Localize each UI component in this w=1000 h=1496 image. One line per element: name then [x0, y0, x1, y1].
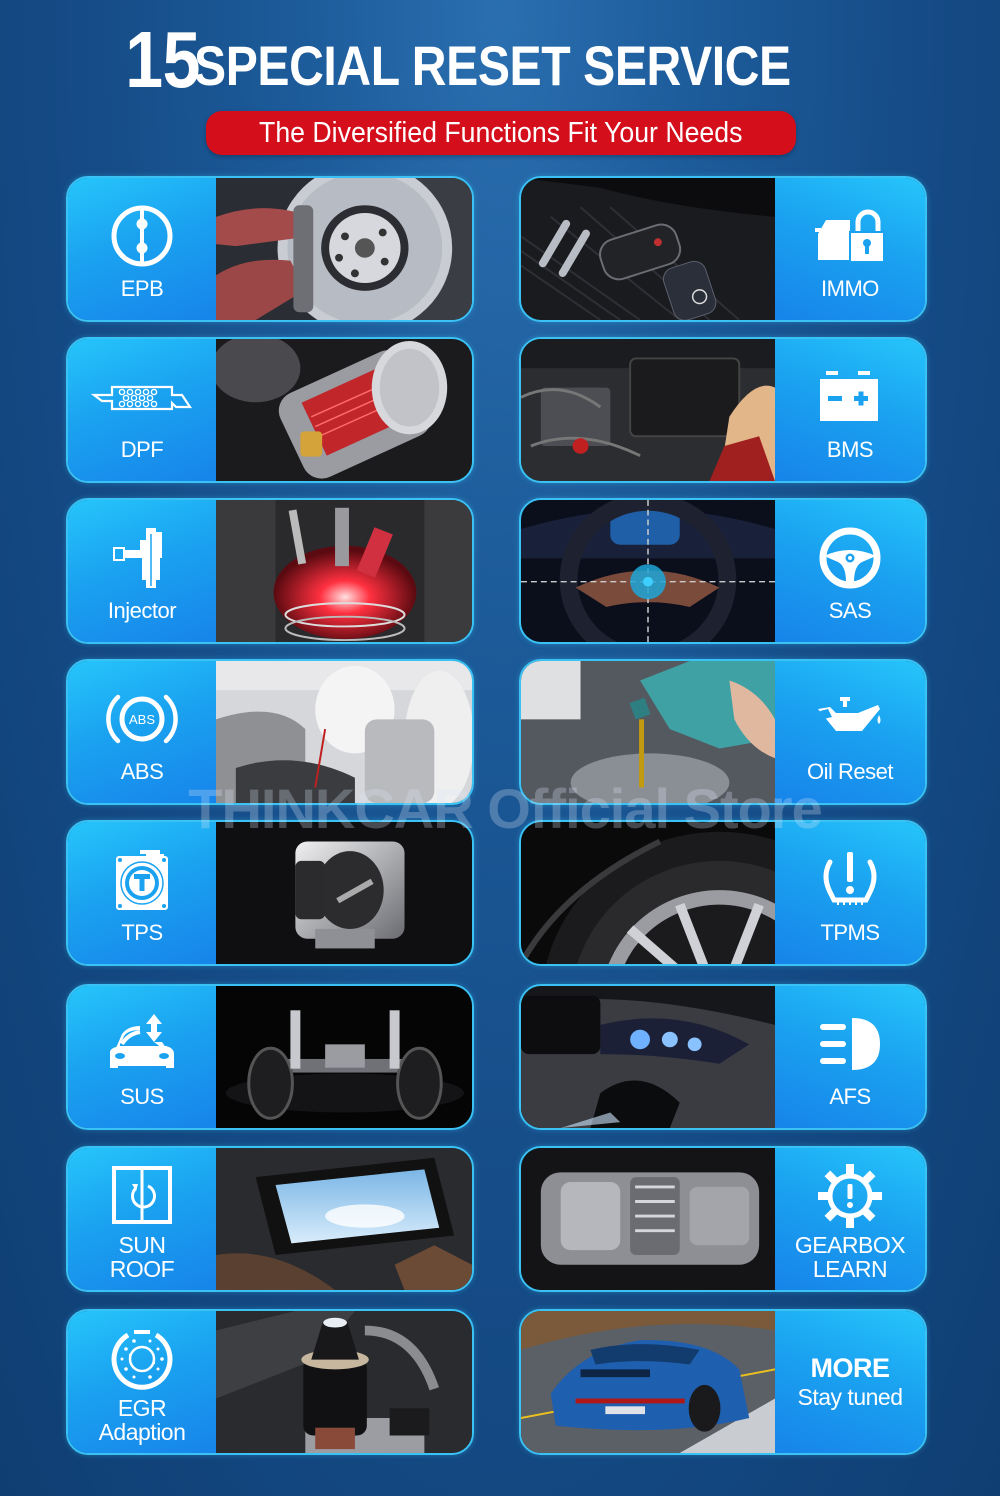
- card-oil-reset[interactable]: Oil Reset: [519, 659, 927, 805]
- card-label: SUN ROOF: [109, 1232, 175, 1282]
- more-subtitle: Stay tuned: [797, 1384, 903, 1410]
- card-abs[interactable]: ABS ABS: [66, 659, 474, 805]
- car-lock-icon: [810, 201, 890, 271]
- title-text: SPECIAL RESET SERVICE: [194, 34, 791, 97]
- label-panel: GEARBOX LEARN: [775, 1148, 925, 1290]
- label-panel: Oil Reset: [775, 661, 925, 803]
- card-epb[interactable]: EPB: [66, 176, 474, 322]
- label-panel: SAS: [775, 500, 925, 642]
- card-label: TPS: [121, 920, 163, 945]
- card-sas[interactable]: SAS: [519, 498, 927, 644]
- injector-icon: [102, 523, 182, 593]
- label-panel: SUN ROOF: [68, 1148, 216, 1290]
- engine-battery-photo: [521, 339, 775, 481]
- label-panel: DPF: [68, 339, 216, 481]
- label-panel: TPS: [68, 822, 216, 964]
- card-immo[interactable]: IMMO: [519, 176, 927, 322]
- card-dpf[interactable]: DPF: [66, 337, 474, 483]
- card-label: SAS: [828, 598, 872, 623]
- card-bms[interactable]: BMS: [519, 337, 927, 483]
- card-label: AFS: [829, 1084, 871, 1109]
- card-label: DPF: [120, 437, 164, 462]
- card-label: Injector: [107, 598, 177, 623]
- sports-car-photo: [521, 1311, 775, 1453]
- battery-icon: [810, 362, 890, 432]
- service-count: 15: [125, 15, 201, 104]
- card-label: GEARBOX LEARN: [794, 1232, 906, 1282]
- card-label-line2: ROOF: [109, 1256, 175, 1282]
- dashboard-steering-photo: [521, 500, 775, 642]
- oil-pouring-photo: [521, 661, 775, 803]
- subtitle-banner: The Diversified Functions Fit Your Needs: [206, 111, 796, 155]
- card-egr-adaption[interactable]: EGR Adaption: [66, 1309, 474, 1455]
- card-gearbox-learn[interactable]: GEARBOX LEARN: [519, 1146, 927, 1292]
- car-headlight-photo: [521, 986, 775, 1128]
- brake-disc-photo: [216, 178, 472, 320]
- oil-can-icon: [810, 684, 890, 754]
- card-afs[interactable]: AFS: [519, 984, 927, 1130]
- gear-warning-icon: [810, 1161, 890, 1231]
- card-label-line1: SUN: [118, 1232, 166, 1258]
- dpf-filter-photo: [216, 339, 472, 481]
- card-label-line2: Adaption: [98, 1419, 186, 1445]
- header: 15 SPECIAL RESET SERVICE The Diversified…: [0, 0, 1000, 170]
- label-panel: EGR Adaption: [68, 1311, 216, 1453]
- car-keys-photo: [521, 178, 775, 320]
- label-panel: Injector: [68, 500, 216, 642]
- label-panel: TPMS: [775, 822, 925, 964]
- particulate-filter-icon: [90, 362, 193, 432]
- egr-valve-photo: [216, 1311, 472, 1453]
- label-panel: MORE Stay tuned: [775, 1311, 925, 1453]
- card-label: BMS: [826, 437, 874, 462]
- card-more[interactable]: MORE Stay tuned: [519, 1309, 927, 1455]
- headlight-icon: [810, 1009, 890, 1079]
- label-panel: AFS: [775, 986, 925, 1128]
- card-label: ABS: [120, 759, 164, 784]
- label-panel: IMMO: [775, 178, 925, 320]
- throttle-body-icon: [102, 845, 182, 915]
- svg-text:ABS: ABS: [129, 712, 155, 727]
- car-suspension-icon: [102, 1009, 182, 1079]
- suspension-chassis-photo: [216, 986, 472, 1128]
- sunroof-icon: [102, 1161, 182, 1231]
- card-tpms[interactable]: TPMS: [519, 820, 927, 966]
- card-label: SUS: [120, 1084, 164, 1109]
- card-label: TPMS: [820, 920, 880, 945]
- card-label-line2: LEARN: [812, 1256, 888, 1282]
- label-panel: ABS ABS: [68, 661, 216, 803]
- combustion-chamber-photo: [216, 500, 472, 642]
- label-panel: EPB: [68, 178, 216, 320]
- card-injector[interactable]: Injector: [66, 498, 474, 644]
- airbag-seat-photo: [216, 661, 472, 803]
- throttle-body-photo: [216, 822, 472, 964]
- label-panel: BMS: [775, 339, 925, 481]
- tire-wheel-photo: [521, 822, 775, 964]
- page-title: 15 SPECIAL RESET SERVICE: [0, 20, 1000, 100]
- card-label-line1: GEARBOX: [794, 1232, 906, 1258]
- card-label-line1: EGR: [117, 1395, 167, 1421]
- label-panel: SUS: [68, 986, 216, 1128]
- card-sus[interactable]: SUS: [66, 984, 474, 1130]
- card-label: EPB: [120, 276, 164, 301]
- more-title: MORE: [810, 1353, 891, 1383]
- egr-valve-icon: [102, 1324, 182, 1394]
- abs-icon: ABS: [102, 684, 182, 754]
- sunroof-interior-photo: [216, 1148, 472, 1290]
- transmission-photo: [521, 1148, 775, 1290]
- card-label: IMMO: [821, 276, 879, 301]
- tire-pressure-icon: [810, 845, 890, 915]
- subtitle-text: The Diversified Functions Fit Your Needs: [259, 116, 743, 149]
- steering-wheel-icon: [810, 523, 890, 593]
- parking-brake-icon: [102, 201, 182, 271]
- card-label: EGR Adaption: [99, 1396, 186, 1444]
- card-label: Oil Reset: [807, 759, 893, 784]
- card-tps[interactable]: TPS: [66, 820, 474, 966]
- card-sunroof[interactable]: SUN ROOF: [66, 1146, 474, 1292]
